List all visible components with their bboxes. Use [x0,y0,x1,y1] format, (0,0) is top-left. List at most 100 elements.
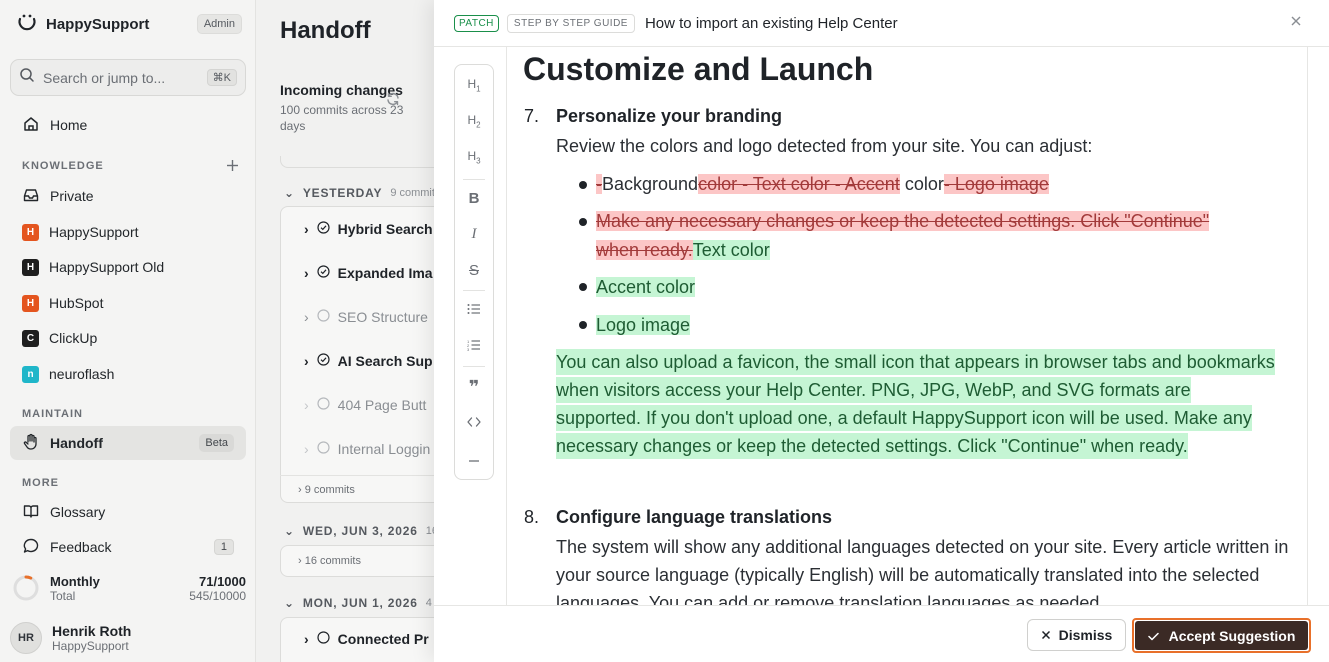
diff-line: Accent color [596,273,696,301]
usage-label: Monthly [50,573,100,589]
dismiss-button[interactable]: Dismiss [1027,619,1126,651]
unchanged-text: color [899,174,944,194]
chevron-down-icon: ⌄ [284,596,295,610]
usage-meter[interactable]: Monthly Total 71/1000 545/10000 [12,571,246,605]
toolbar-divider [463,179,485,180]
inserted-text: Accent color [596,277,696,297]
commit-row[interactable]: › AI Search Sup [304,353,433,369]
patch-tag: PATCH [454,14,499,32]
accept-suggestion-button[interactable]: Accept Suggestion [1132,618,1311,653]
sidebar-item-handoff[interactable]: Handoff Beta [10,426,246,460]
bold-button[interactable]: B [455,184,493,212]
check-circle-icon [317,631,330,647]
sidebar-item-home[interactable]: Home [10,108,246,142]
brand[interactable]: HappySupport Admin [16,12,242,36]
workspace-badge: H [22,223,39,241]
heading-2-icon: H2 [467,112,481,130]
bullet [579,283,587,291]
chevron-down-icon: ⌄ [284,524,295,538]
commit-row[interactable]: › Connected Pr [304,631,429,647]
sidebar-item-label: HubSpot [49,295,104,311]
check-icon [1147,628,1159,644]
strikethrough-icon: S [468,261,479,279]
code-button[interactable] [455,409,493,437]
heading-1-button[interactable]: H1 [455,71,493,99]
check-circle-icon [317,353,330,369]
sidebar-item-private[interactable]: Private [10,179,246,213]
numbered-list-button[interactable]: 123 [455,332,493,360]
heading-2-button[interactable]: H2 [455,107,493,135]
quote-button[interactable]: ❞ [455,373,493,401]
toolbar-divider [463,290,485,291]
add-workspace-plus-icon[interactable] [226,159,239,177]
deleted-text: color - Text color - Accent [698,174,900,194]
commit-row[interactable]: › Expanded Ima [304,265,433,281]
commit-group-footer[interactable]: › 16 commits [298,555,361,567]
step-text: The system will show any additional lang… [556,537,1289,605]
sidebar-item-happysupport[interactable]: H HappySupport [10,215,246,249]
modal-title: How to import an existing Help Center [644,14,898,32]
svg-text:3: 3 [467,347,470,351]
inserted-text: Text color [692,240,770,260]
sidebar-item-hubspot[interactable]: H HubSpot [10,286,246,320]
sidebar-item-label: HappySupport [49,224,139,240]
chevron-right-icon: › [304,265,309,281]
section-heading: Customize and Launch [523,51,874,87]
sidebar: HappySupport Admin ⌘K Home KNOWLEDGE Pri… [0,0,256,662]
check-circle-icon [317,221,330,237]
heading-3-icon: H3 [467,148,481,166]
chevron-down-icon: ⌄ [284,186,295,200]
workspace-badge: C [22,329,39,347]
italic-icon: I [471,225,477,242]
commit-row[interactable]: › Hybrid Search [304,221,433,237]
feedback-count-badge: 1 [213,539,234,555]
toolbar-divider [463,366,485,367]
usage-total: 545/10000 [189,588,246,603]
sidebar-item-label: Glossary [50,504,106,520]
chevron-right-icon: › [304,631,309,647]
happysupport-logo-icon [16,11,38,38]
dismiss-label: Dismiss [1058,627,1113,643]
commit-group-footer[interactable]: › 9 commits [298,484,355,496]
close-icon [1041,627,1051,643]
commit-row[interactable]: › Internal Loggin [304,441,430,457]
sidebar-item-feedback[interactable]: Feedback 1 [10,530,246,564]
brand-name: HappySupport [46,15,150,33]
sidebar-item-happysupport-old[interactable]: H HappySupport Old [10,250,246,284]
sidebar-item-glossary[interactable]: Glossary [10,495,246,529]
user-profile[interactable]: HR Henrik Roth HappySupport [10,620,246,656]
chat-bubble-icon [22,537,40,558]
diff-line: when ready.Text color [596,236,770,264]
quote-icon: ❞ [468,376,480,397]
sidebar-item-neuroflash[interactable]: n neuroflash [10,357,246,391]
search-bar[interactable]: ⌘K [10,59,246,96]
strikethrough-button[interactable]: S [455,256,493,284]
commit-row[interactable]: › 404 Page Butt [304,397,426,413]
check-circle-icon [317,265,330,281]
heading-3-button[interactable]: H3 [455,143,493,171]
horizontal-rule-button[interactable] [455,445,493,473]
search-input[interactable] [43,69,199,86]
commit-row[interactable]: › SEO Structure [304,309,428,325]
usage-value: 71/1000 [199,573,246,589]
document-diff[interactable]: Customize and Launch 7. Personalize your… [506,47,1308,605]
diff-line: Make any necessary changes or keep the d… [596,207,1210,235]
day-group-wed-jun-3[interactable]: ⌄ WED, JUN 3, 2026 16 [284,524,434,538]
day-commit-count: 4 [425,597,432,609]
sidebar-item-clickup[interactable]: C ClickUp [10,321,246,355]
day-commit-count: 9 commits [390,187,434,199]
guide-type-tag: STEP BY STEP GUIDE [506,13,635,33]
empty-circle-icon [317,309,330,325]
day-group-yesterday[interactable]: ⌄ YESTERDAY 9 commits [284,186,434,200]
empty-circle-icon [317,397,330,413]
italic-button[interactable]: I [455,220,493,248]
refresh-icon[interactable] [386,92,400,111]
code-icon [467,416,481,431]
deleted-text: Make any necessary changes or keep the d… [596,211,1210,231]
day-group-mon-jun-1[interactable]: ⌄ MON, JUN 1, 2026 4 [284,596,432,610]
bullet-list-button[interactable] [455,296,493,324]
suggestion-modal: PATCH STEP BY STEP GUIDE How to import a… [434,0,1329,662]
commit-label: SEO Structure [337,309,428,325]
book-icon [22,502,40,523]
close-icon[interactable] [1289,14,1305,30]
